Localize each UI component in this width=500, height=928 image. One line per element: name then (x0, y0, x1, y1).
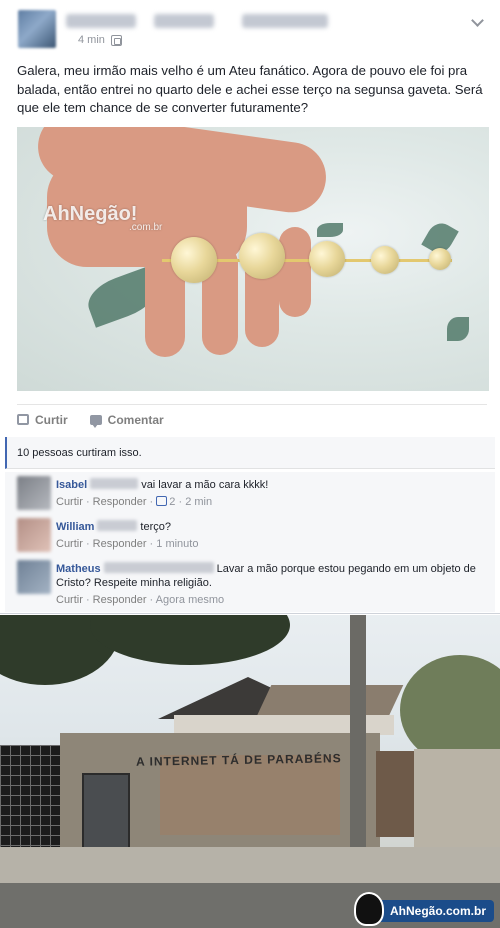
rosary-bead (171, 237, 217, 283)
mascot-icon (353, 892, 384, 926)
author-avatar[interactable] (18, 10, 56, 48)
commenter-name[interactable]: William (56, 521, 94, 533)
comment-body: William terço? Curtir · Responder · 1 min… (56, 520, 481, 551)
commenter-avatar[interactable] (17, 518, 51, 552)
blurred-surname (97, 520, 138, 531)
post-photo[interactable]: AhNegão! .com.br (17, 127, 489, 391)
comment-text: terço? (140, 521, 171, 533)
comment-button[interactable]: Comentar (89, 412, 164, 428)
rosary-bead (429, 248, 451, 270)
author-name-blurred[interactable] (66, 14, 136, 28)
utility-pole (350, 615, 366, 865)
blurred-surname (103, 562, 214, 573)
post-actions: Curtir Comentar (17, 404, 487, 434)
post-meta: 4 min (78, 34, 122, 46)
cloth-pattern (317, 223, 343, 237)
like-button[interactable]: Curtir (17, 413, 68, 427)
blurred-surname (90, 478, 139, 489)
neighbor-wall (414, 749, 500, 849)
author-name-blurred-3[interactable] (242, 14, 328, 28)
chevron-down-icon[interactable] (471, 14, 484, 27)
comment-body: Isabel vai lavar a mão cara kkkk! Curtir … (56, 478, 481, 509)
rosary-bead (239, 233, 285, 279)
comment-like-link[interactable]: Curtir (56, 538, 83, 550)
commenter-avatar[interactable] (17, 560, 51, 594)
thumbs-up-icon (17, 414, 29, 425)
sidewalk (0, 847, 500, 887)
site-badge: AhNegão.com.br (353, 892, 494, 926)
comment-time[interactable]: Agora mesmo (156, 594, 224, 606)
comment-reply-link[interactable]: Responder (93, 594, 147, 606)
facebook-post: 4 min Galera, meu irmão mais velho é um … (0, 0, 500, 614)
comment-like-count[interactable]: 2 (169, 496, 175, 508)
rosary-bead (371, 246, 399, 274)
comment-reply-link[interactable]: Responder (93, 538, 147, 550)
rosary-bead (309, 241, 345, 277)
audience-icon (110, 34, 122, 46)
post-text: Galera, meu irmão mais velho é um Ateu f… (17, 63, 483, 115)
commenter-name[interactable]: Matheus (56, 563, 101, 575)
comment-meta: Curtir · Responder · 2 · 2 min (56, 496, 213, 508)
commenter-avatar[interactable] (17, 476, 51, 510)
comment-item: Matheus Lavar a mão porque estou pegando … (5, 556, 495, 612)
post-header: 4 min (14, 10, 484, 54)
comment-label: Comentar (107, 412, 164, 427)
street-photo: A INTERNET TÁ DE PARABÉNS AhNegão.com.br (0, 615, 500, 928)
watermark-logo: AhNegão! .com.br (43, 203, 162, 233)
post-time[interactable]: 4 min (78, 34, 105, 46)
likes-summary-text: 10 pessoas curtiram isso. (17, 447, 142, 459)
comment-item: Isabel vai lavar a mão cara kkkk! Curtir … (5, 472, 495, 514)
comment-reply-link[interactable]: Responder (93, 496, 147, 508)
watermark-subtext: .com.br (129, 222, 163, 233)
site-badge-text: AhNegão.com.br (389, 904, 486, 918)
likes-summary[interactable]: 10 pessoas curtiram isso. (5, 437, 495, 469)
comment-body: Matheus Lavar a mão porque estou pegando … (56, 562, 481, 607)
comment-meta: Curtir · Responder · 1 minuto (56, 538, 199, 550)
comment-time[interactable]: 2 min (185, 496, 212, 508)
comment-icon (89, 414, 102, 428)
comment-like-link[interactable]: Curtir (56, 496, 83, 508)
comment-like-link[interactable]: Curtir (56, 594, 83, 606)
comment-time[interactable]: 1 minuto (156, 538, 198, 550)
hand-finger (279, 227, 311, 317)
author-name-blurred-2[interactable] (154, 14, 214, 28)
cloth-pattern (447, 317, 469, 341)
like-label: Curtir (35, 412, 68, 427)
comment-text: vai lavar a mão cara kkkk! (141, 479, 269, 491)
wooden-gate (376, 751, 416, 837)
commenter-name[interactable]: Isabel (56, 479, 87, 491)
comment-meta: Curtir · Responder · Agora mesmo (56, 594, 225, 606)
comment-item: William terço? Curtir · Responder · 1 min… (5, 514, 495, 556)
tree-foliage (90, 615, 290, 665)
thumbs-up-icon (156, 496, 168, 506)
watermark-text: AhNegão! (43, 203, 138, 225)
